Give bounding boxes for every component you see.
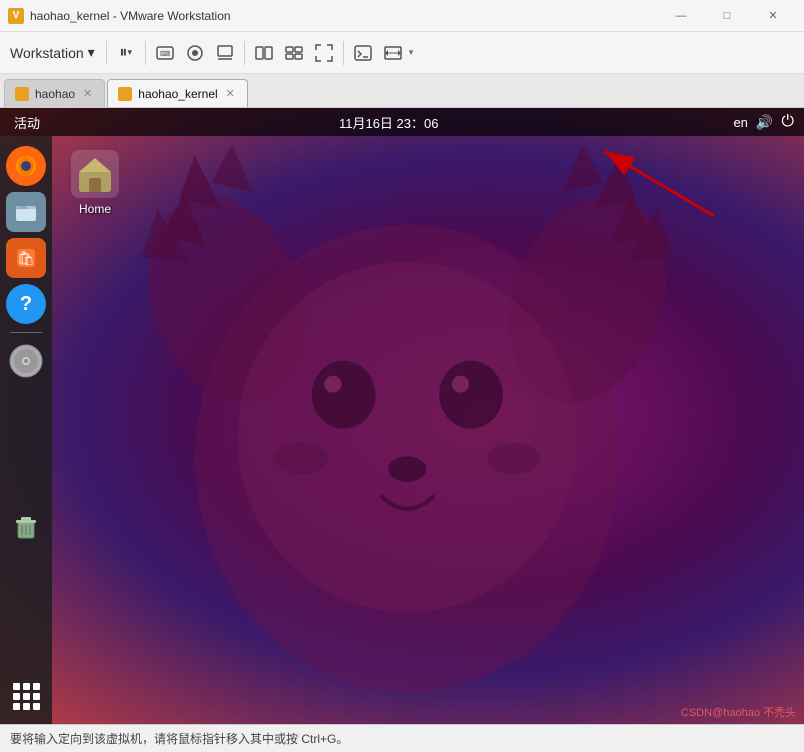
stretch-view[interactable] — [379, 37, 407, 69]
tab-kernel-close[interactable]: ✕ — [224, 85, 237, 102]
toolbar-separator-2 — [145, 41, 146, 65]
topbar-right: en 🔊 ⏻ — [723, 113, 804, 131]
tab-haohao-icon — [15, 87, 29, 101]
pause-button[interactable]: ⏸ ▾ — [112, 37, 140, 69]
pause-icon: ⏸ — [119, 44, 127, 62]
app-icon: V — [8, 8, 24, 24]
show-apps-button[interactable] — [6, 676, 46, 716]
power-icon[interactable]: ⏻ — [781, 113, 794, 131]
toolbar-separator-3 — [244, 41, 245, 65]
topbar-clock: 11月16日 23：06 — [54, 113, 723, 132]
language-indicator[interactable]: en — [733, 115, 747, 130]
dropdown-arrow: ▾ — [88, 44, 95, 61]
desktop-icons: Home — [60, 146, 130, 220]
minimize-button[interactable]: — — [658, 0, 704, 32]
dock-item-trash[interactable] — [6, 506, 46, 546]
workstation-label: Workstation — [10, 45, 84, 61]
stretch-icon — [383, 43, 403, 63]
toolbar: Workstation ▾ ⏸ ▾ ⌨ — [0, 32, 804, 74]
toolbar-separator-1 — [106, 41, 107, 65]
console-icon — [353, 43, 373, 63]
status-text: 要将输入定向到该虚拟机，请将鼠标指针移入其中或按 Ctrl+G。 — [10, 730, 348, 747]
apps-grid-icon — [13, 683, 40, 710]
snapshot-button[interactable] — [181, 37, 209, 69]
home-label: Home — [79, 202, 111, 216]
activities-button[interactable]: 活动 — [0, 108, 54, 136]
snapshot-manager-icon — [215, 43, 235, 63]
stretch-dropdown: ▾ — [409, 47, 414, 58]
unity-button[interactable] — [280, 37, 308, 69]
dock-item-help[interactable]: ? — [6, 284, 46, 324]
tab-kernel-icon — [118, 87, 132, 101]
gnome-topbar: 活动 11月16日 23：06 en 🔊 ⏻ — [0, 108, 804, 136]
fullscreen-icon — [314, 43, 334, 63]
dock-separator — [10, 332, 42, 333]
vm-window-button[interactable] — [250, 37, 278, 69]
unity-icon — [284, 43, 304, 63]
window-controls: — □ ✕ — [658, 0, 796, 32]
workstation-menu[interactable]: Workstation ▾ — [4, 37, 101, 69]
close-button[interactable]: ✕ — [750, 0, 796, 32]
cd-icon — [8, 343, 44, 379]
tab-haohao-label: haohao — [35, 87, 75, 101]
trash-icon — [10, 510, 42, 542]
vm-screen[interactable]: 活动 11月16日 23：06 en 🔊 ⏻ — [0, 108, 804, 724]
snapshot-icon — [185, 43, 205, 63]
tab-haohao-close[interactable]: ✕ — [81, 85, 94, 102]
svg-text:🛍: 🛍 — [17, 250, 35, 266]
home-folder-icon — [71, 150, 119, 198]
dock-item-firefox[interactable] — [6, 146, 46, 186]
svg-text:⌨: ⌨ — [160, 50, 170, 58]
maximize-button[interactable]: □ — [704, 0, 750, 32]
tab-haohao[interactable]: haohao ✕ — [4, 79, 105, 107]
help-icon: ? — [20, 293, 32, 316]
send-ctrl-alt-del[interactable]: ⌨ — [151, 37, 179, 69]
firefox-icon — [12, 152, 40, 180]
status-bar: 要将输入定向到该虚拟机，请将鼠标指针移入其中或按 Ctrl+G。 — [0, 724, 804, 752]
snapshot-manager[interactable] — [211, 37, 239, 69]
ctrl-alt-del-icon: ⌨ — [155, 43, 175, 63]
dock-item-software[interactable]: 🛍 — [6, 238, 46, 278]
volume-icon[interactable]: 🔊 — [756, 114, 773, 131]
console-view[interactable] — [349, 37, 377, 69]
activities-label: 活动 — [14, 113, 40, 132]
tabs-bar: haohao ✕ haohao_kernel ✕ — [0, 74, 804, 108]
dock-item-cd[interactable] — [6, 341, 46, 381]
pause-dropdown: ▾ — [127, 47, 132, 58]
dock: 🛍 ? — [0, 136, 52, 724]
full-screen-toggle[interactable] — [310, 37, 338, 69]
tab-haohao-kernel[interactable]: haohao_kernel ✕ — [107, 79, 248, 107]
title-bar: V haohao_kernel - VMware Workstation — □… — [0, 0, 804, 32]
files-icon — [12, 198, 40, 226]
window-title: haohao_kernel - VMware Workstation — [30, 9, 658, 23]
tab-kernel-label: haohao_kernel — [138, 87, 217, 101]
desktop-icon-home[interactable]: Home — [60, 146, 130, 220]
vm-window-icon — [254, 43, 274, 63]
software-icon: 🛍 — [12, 244, 40, 272]
dock-item-files[interactable] — [6, 192, 46, 232]
toolbar-separator-4 — [343, 41, 344, 65]
